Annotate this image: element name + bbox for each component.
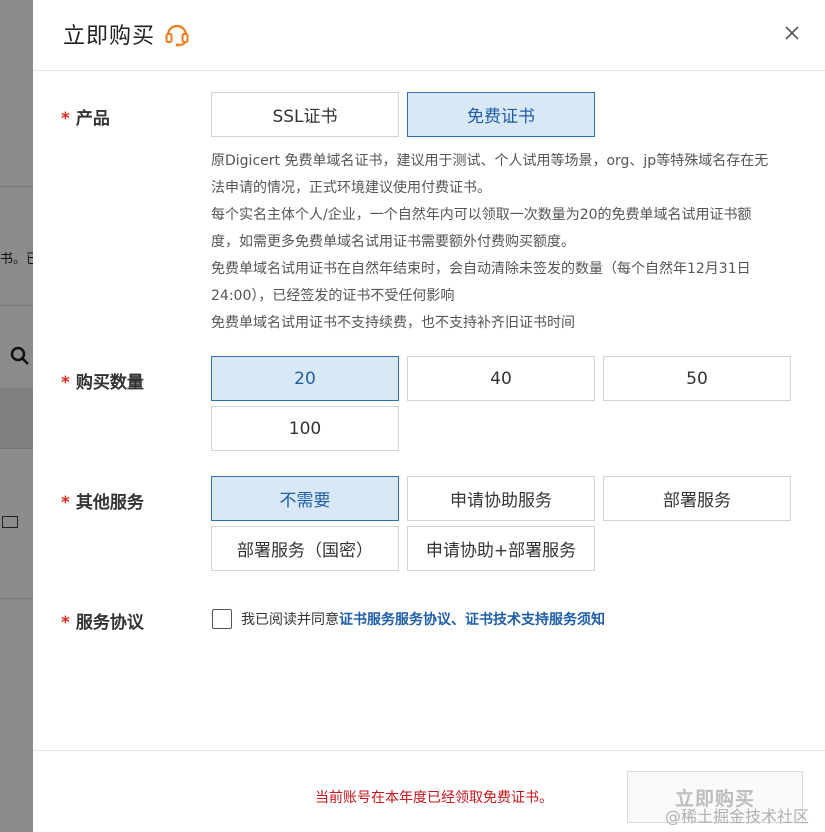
bg-divider xyxy=(0,598,33,599)
agreement-prefix: 我已阅读并同意 xyxy=(241,612,339,628)
quantity-option-20[interactable]: 20 xyxy=(211,356,399,401)
service-option-deploy-sm[interactable]: 部署服务（国密） xyxy=(211,526,399,571)
agreement-checkbox[interactable] xyxy=(212,609,232,629)
product-option-ssl[interactable]: SSL证书 xyxy=(211,92,399,137)
service-option-assist[interactable]: 申请协助服务 xyxy=(407,476,595,521)
service-option-assist-deploy[interactable]: 申请协助+部署服务 xyxy=(407,526,595,571)
service-option-deploy[interactable]: 部署服务 xyxy=(603,476,791,521)
background-page: 书。已 xyxy=(0,0,33,832)
quantity-label: * 购买数量 xyxy=(61,368,144,393)
bg-divider xyxy=(0,186,33,187)
purchase-dialog: 立即购买 * 产品 SSL证书 免费证书 原Digicert 免费单域名证书，建议… xyxy=(33,0,825,832)
required-star: * xyxy=(61,373,70,393)
services-label: * 其他服务 xyxy=(61,488,144,513)
required-star: * xyxy=(61,493,70,513)
required-star: * xyxy=(61,613,70,633)
service-option-none[interactable]: 不需要 xyxy=(211,476,399,521)
description-line: 24:00），已经签发的证书不受任何影响 xyxy=(211,288,455,304)
watermark: @稀土掘金技术社区 xyxy=(665,807,810,826)
agreement-separator: 、 xyxy=(451,612,465,628)
required-star: * xyxy=(61,109,70,129)
agreement-label-text: 服务协议 xyxy=(75,613,144,633)
headset-icon[interactable] xyxy=(164,21,190,47)
description-line: 法申请的情况，正式环境建议使用付费证书。 xyxy=(211,180,491,196)
description-line: 每个实名主体个人/企业，一个自然年内可以领取一次数量为20的免费单域名试用证书额 xyxy=(211,207,752,223)
agreement-text: 我已阅读并同意证书服务服务协议、证书技术支持服务须知 xyxy=(241,609,605,629)
dialog-header: 立即购买 xyxy=(33,0,825,71)
agreement-label: * 服务协议 xyxy=(61,608,144,633)
description-line: 免费单域名试用证书在自然年结束时，会自动清除未签发的数量（每个自然年12月31日 xyxy=(211,261,751,277)
close-icon[interactable] xyxy=(779,20,805,46)
bg-divider xyxy=(0,305,33,306)
bg-divider xyxy=(0,448,33,449)
services-label-text: 其他服务 xyxy=(75,493,144,513)
quantity-option-40[interactable]: 40 xyxy=(407,356,595,401)
dialog-title: 立即购买 xyxy=(63,24,156,49)
product-label: * 产品 xyxy=(61,104,110,129)
quantity-option-50[interactable]: 50 xyxy=(603,356,791,401)
description-line: 免费单域名试用证书不支持续费，也不支持补齐旧证书时间 xyxy=(211,315,575,331)
search-icon xyxy=(10,346,30,370)
footer-notice: 当前账号在本年度已经领取免费证书。 xyxy=(315,790,553,806)
dialog-footer: 当前账号在本年度已经领取免费证书。 立即购买 @稀土掘金技术社区 xyxy=(33,750,825,832)
quantity-option-100[interactable]: 100 xyxy=(211,406,399,451)
bg-highlight-band xyxy=(0,388,33,448)
description-line: 原Digicert 免费单域名证书，建议用于测试、个人试用等场景，org、jp等… xyxy=(211,153,769,169)
bg-fragment-text: 书。已 xyxy=(0,252,33,267)
product-label-text: 产品 xyxy=(75,109,110,129)
product-description: 原Digicert 免费单域名证书，建议用于测试、个人试用等场景，org、jp等… xyxy=(211,148,801,337)
support-notice-link[interactable]: 证书技术支持服务须知 xyxy=(465,612,605,628)
description-line: 度，如需更多免费单域名试用证书需要额外付费购买额度。 xyxy=(211,234,575,250)
monitor-icon xyxy=(2,516,18,528)
product-option-free[interactable]: 免费证书 xyxy=(407,92,595,137)
service-agreement-link[interactable]: 证书服务服务协议 xyxy=(339,612,451,628)
quantity-label-text: 购买数量 xyxy=(75,373,144,393)
